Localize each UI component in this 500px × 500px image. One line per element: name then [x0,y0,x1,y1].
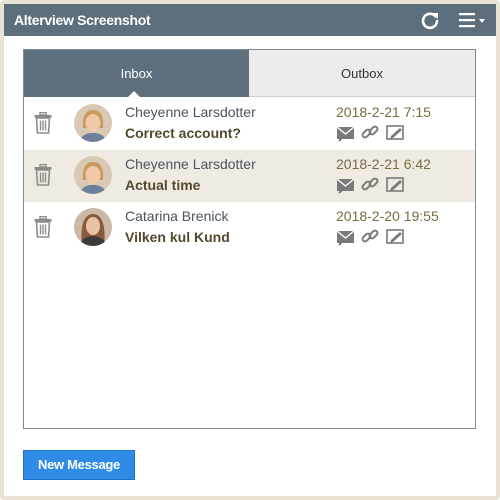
message-sender: Cheyenne Larsdotter [125,156,256,172]
message-actions [336,228,416,248]
edit-icon[interactable] [386,176,406,194]
title-bar: Alterview Screenshot [4,4,496,36]
message-subject[interactable]: Actual time [125,177,200,193]
message-row[interactable]: Catarina Brenick Vilken kul Kund 2018-2-20… [24,202,475,254]
message-subject[interactable]: Correct account? [125,125,241,141]
trash-icon[interactable] [34,163,52,186]
message-actions [336,176,416,196]
avatar [74,208,112,246]
reply-mail-icon[interactable] [336,228,356,246]
message-subject[interactable]: Vilken kul Kund [125,229,230,245]
new-message-button[interactable]: New Message [23,450,135,480]
avatar [74,156,112,194]
link-icon[interactable] [360,228,380,246]
reply-mail-icon[interactable] [336,124,356,142]
message-date: 2018-2-20 19:55 [336,208,439,224]
reply-mail-icon[interactable] [336,176,356,194]
link-icon[interactable] [360,124,380,142]
edit-icon[interactable] [386,124,406,142]
trash-icon[interactable] [34,111,52,134]
message-actions [336,124,416,144]
message-date: 2018-2-21 7:15 [336,104,431,120]
tab-bar: Inbox Outbox [24,50,475,98]
avatar [74,104,112,142]
message-row[interactable]: Cheyenne Larsdotter Correct account? 2018-… [24,98,475,150]
trash-icon[interactable] [34,215,52,238]
message-row[interactable]: Cheyenne Larsdotter Actual time 2018-2-21 … [24,150,475,202]
link-icon[interactable] [360,176,380,194]
tab-outbox[interactable]: Outbox [249,50,475,97]
tab-inbox[interactable]: Inbox [24,50,249,97]
window-title: Alterview Screenshot [14,12,151,28]
active-tab-caret [127,91,141,98]
edit-icon[interactable] [386,228,406,246]
message-panel: Inbox Outbox Cheyenne Larsdotter Correct … [23,49,476,429]
message-sender: Catarina Brenick [125,208,229,224]
message-date: 2018-2-21 6:42 [336,156,431,172]
hamburger-menu-icon[interactable] [459,12,487,28]
refresh-icon[interactable] [420,10,440,30]
message-sender: Cheyenne Larsdotter [125,104,256,120]
